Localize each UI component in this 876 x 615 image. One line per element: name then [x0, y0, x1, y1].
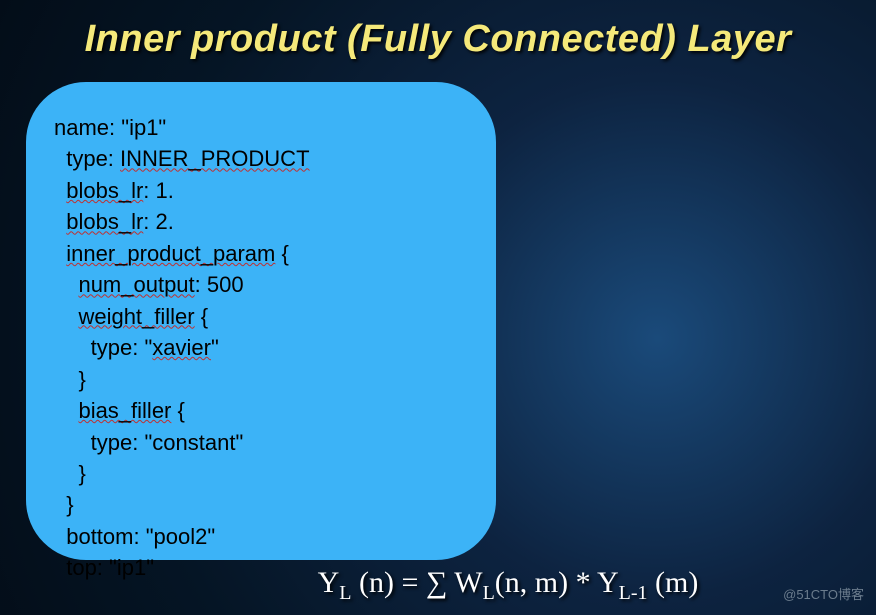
code-line: num_output: 500 [54, 269, 468, 300]
code-line: blobs_lr: 1. [54, 175, 468, 206]
code-line: blobs_lr: 2. [54, 206, 468, 237]
code-line: type: "xavier" [54, 332, 468, 363]
watermark: @51CTO博客 [783, 584, 864, 603]
slide-title: Inner product (Fully Connected) Layer [0, 0, 876, 61]
code-line: type: INNER_PRODUCT [54, 143, 468, 174]
code-line: } [54, 489, 468, 520]
code-line: inner_product_param { [54, 238, 468, 269]
code-line: } [54, 364, 468, 395]
code-line: bottom: "pool2" [54, 521, 468, 552]
code-line: name: "ip1" [54, 112, 468, 143]
code-line: bias_filler { [54, 395, 468, 426]
code-line: type: "constant" [54, 427, 468, 458]
code-line: weight_filler { [54, 301, 468, 332]
code-box: name: "ip1" type: INNER_PRODUCT blobs_lr… [26, 82, 496, 560]
equation: YL (n) = ∑ WL(n, m) * YL-1 (m) [0, 566, 876, 605]
code-line: } [54, 458, 468, 489]
